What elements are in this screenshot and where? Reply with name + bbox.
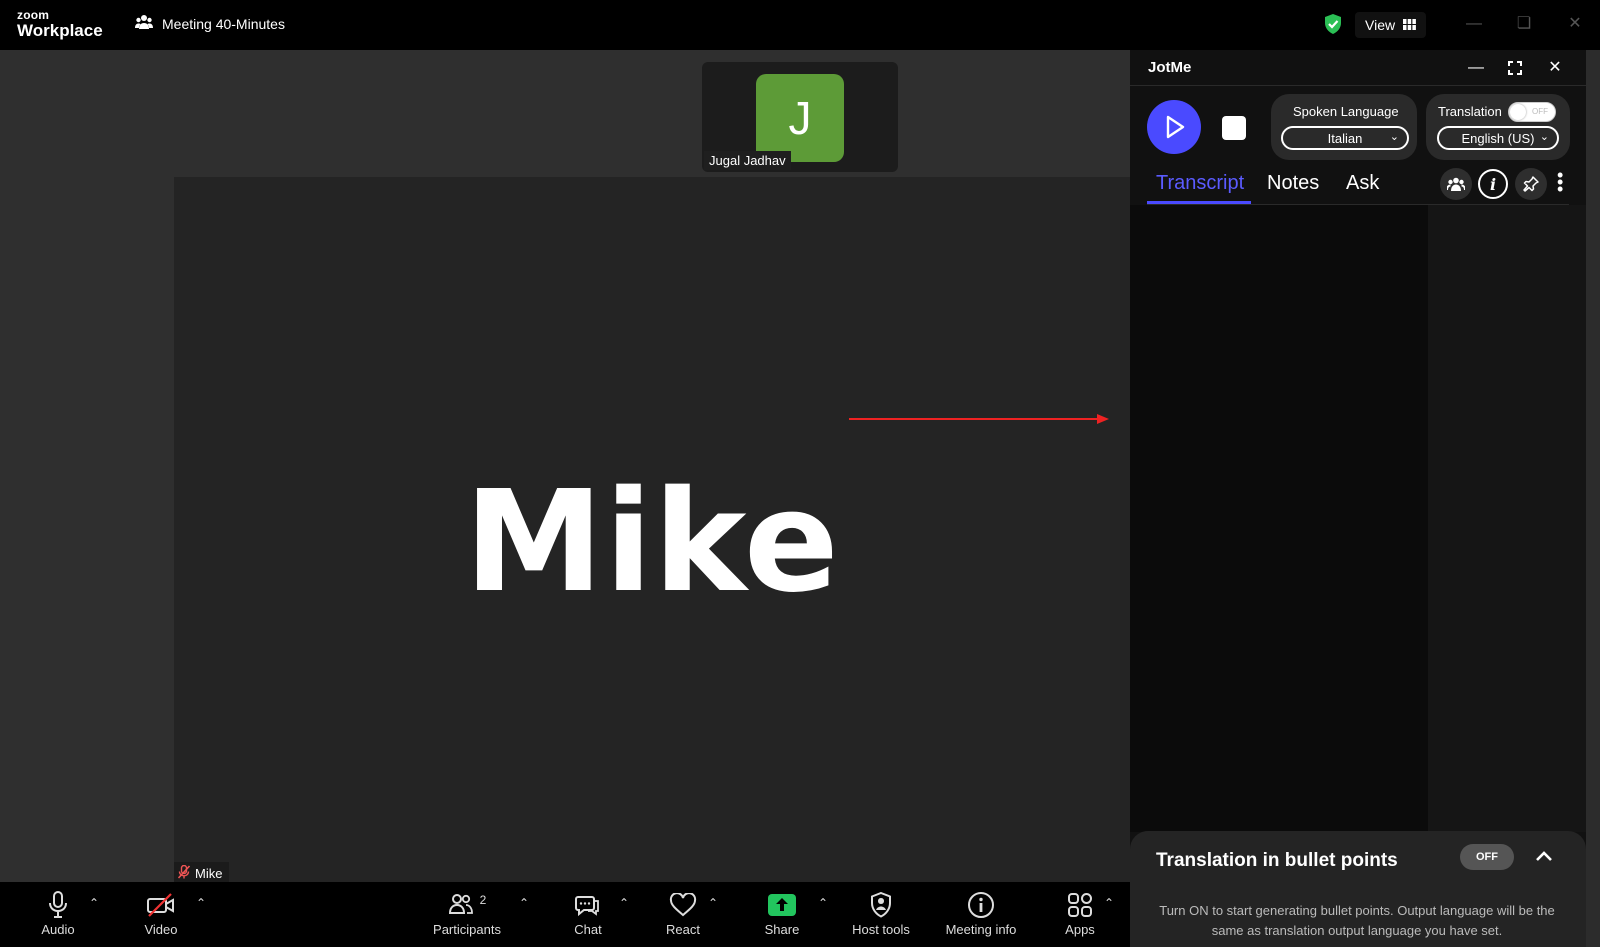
transcript-area[interactable] <box>1130 205 1428 832</box>
bullets-title: Translation in bullet points <box>1156 850 1398 871</box>
participants-options-caret-icon[interactable]: ⌃ <box>519 896 529 910</box>
title-bar: zoom Workplace Meeting 40-Minutes View —… <box>0 0 1600 50</box>
restore-window-icon[interactable]: ❏ <box>1514 14 1534 34</box>
encryption-shield-icon[interactable] <box>1323 13 1343 35</box>
meeting-info-button[interactable]: Meeting info <box>936 888 1026 937</box>
pin-icon[interactable] <box>1515 168 1547 200</box>
close-panel-icon[interactable]: ✕ <box>1543 56 1567 80</box>
jotme-header: JotMe — ✕ <box>1130 50 1586 86</box>
bullets-toggle[interactable]: OFF <box>1460 844 1514 870</box>
participants-icon <box>448 893 474 918</box>
audio-options-caret-icon[interactable]: ⌃ <box>89 896 99 910</box>
grid-view-icon <box>1403 17 1416 33</box>
info-icon <box>936 888 1026 922</box>
participant-thumbnail[interactable]: J Jugal Jadhav <box>702 62 898 172</box>
bullets-description: Turn ON to start generating bullet point… <box>1159 903 1555 938</box>
participants-group-icon <box>135 14 153 33</box>
jotme-panel: JotMe — ✕ Spoken Language Italian ⌄ Tran… <box>1130 50 1586 947</box>
chat-options-caret-icon[interactable]: ⌃ <box>619 896 629 910</box>
active-speaker-label: Mike <box>174 862 230 884</box>
participants-count: 2 <box>479 893 487 907</box>
tab-notes[interactable]: Notes <box>1267 172 1319 195</box>
minimize-window-icon[interactable]: — <box>1464 14 1484 34</box>
close-window-icon[interactable]: ✕ <box>1565 14 1585 34</box>
expand-panel-icon[interactable] <box>1503 56 1527 80</box>
play-button[interactable] <box>1147 100 1201 154</box>
info-icon[interactable]: i <box>1478 169 1508 199</box>
avatar: J <box>756 74 844 162</box>
play-icon <box>1166 115 1185 139</box>
video-off-icon <box>116 888 206 922</box>
video-button[interactable]: Video <box>116 888 206 937</box>
jotme-title: JotMe <box>1148 59 1192 76</box>
minimize-panel-icon[interactable]: — <box>1464 56 1488 80</box>
more-options-icon[interactable]: • • • <box>1557 166 1563 198</box>
translation-language-select[interactable]: English (US) ⌄ <box>1437 126 1559 150</box>
red-arrow-annotation-icon <box>849 414 1109 424</box>
muted-mic-icon <box>177 864 191 882</box>
host-shield-icon <box>836 888 926 922</box>
view-button[interactable]: View <box>1355 12 1427 38</box>
thumbnail-name-label: Jugal Jadhav <box>704 151 791 170</box>
active-speaker-name: Mike <box>464 461 840 624</box>
panel-scrollbar[interactable] <box>1586 50 1600 947</box>
share-screen-icon <box>737 888 827 922</box>
meeting-title-text: Meeting 40-Minutes <box>162 15 285 32</box>
chevron-down-icon: ⌄ <box>1389 131 1399 143</box>
chevron-down-icon: ⌄ <box>1539 131 1549 143</box>
translation-toggle[interactable]: OFF <box>1508 102 1556 122</box>
tab-ask[interactable]: Ask <box>1346 172 1379 195</box>
share-button[interactable]: Share <box>737 888 827 937</box>
apps-options-caret-icon[interactable]: ⌃ <box>1104 896 1114 910</box>
participants-button[interactable]: 2 Participants <box>422 888 512 937</box>
bullet-points-panel: Translation in bullet points OFF Turn ON… <box>1130 831 1586 947</box>
spoken-language-select[interactable]: Italian ⌄ <box>1281 126 1409 150</box>
zoom-logo: zoom Workplace <box>17 8 103 40</box>
translation-card: Translation OFF English (US) ⌄ <box>1426 94 1570 160</box>
spoken-language-card: Spoken Language Italian ⌄ <box>1271 94 1417 160</box>
video-options-caret-icon[interactable]: ⌃ <box>196 896 206 910</box>
meeting-title[interactable]: Meeting 40-Minutes <box>135 14 285 33</box>
tab-transcript[interactable]: Transcript <box>1156 172 1244 195</box>
active-speaker-tile[interactable]: Mike <box>174 177 1130 882</box>
meeting-stage: J Jugal Jadhav Mike Mike <box>0 50 1130 884</box>
stop-button[interactable] <box>1222 116 1246 140</box>
chevron-up-icon[interactable] <box>1532 845 1556 869</box>
speakers-icon[interactable] <box>1440 168 1472 200</box>
react-options-caret-icon[interactable]: ⌃ <box>708 896 718 910</box>
host-tools-button[interactable]: Host tools <box>836 888 926 937</box>
share-options-caret-icon[interactable]: ⌃ <box>818 896 828 910</box>
meeting-toolbar: Audio ⌃ Video ⌃ 2 Participants ⌃ Chat ⌃ … <box>0 882 1130 947</box>
